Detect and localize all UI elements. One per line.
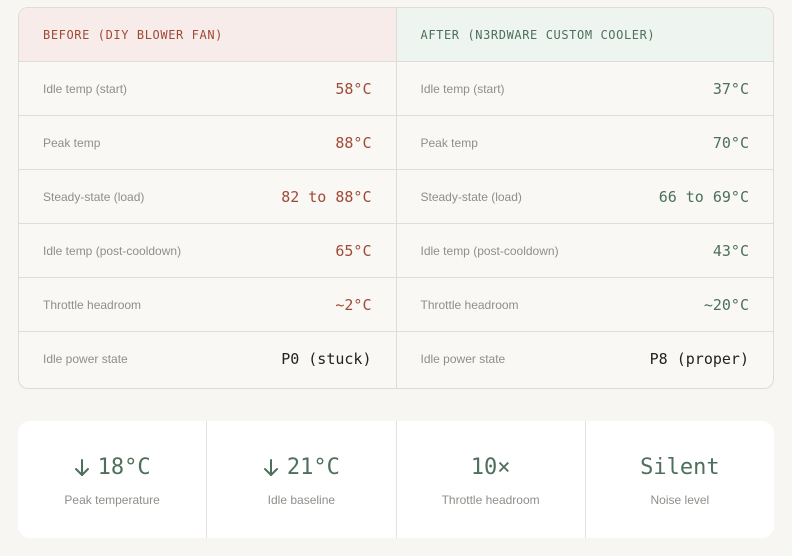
before-row-steady-state: Steady-state (load) 82 to 88°C [19, 170, 396, 224]
row-label: Steady-state (load) [420, 189, 522, 204]
after-row-idle-power-state: Idle power state P8 (proper) [397, 332, 774, 386]
stat-value: 10× [470, 455, 511, 480]
before-row-throttle-headroom: Throttle headroom ~2°C [19, 278, 396, 332]
row-value: ~2°C [335, 295, 372, 314]
summary-stats: 18°C Peak temperature 21°C Idle baseline… [18, 421, 774, 538]
stat-idle-baseline: 21°C Idle baseline [206, 421, 395, 538]
row-value: 65°C [335, 241, 372, 260]
comparison-table: BEFORE (DIY BLOWER FAN) Idle temp (start… [18, 7, 774, 389]
row-value: 70°C [712, 133, 749, 152]
row-label: Idle power state [420, 352, 506, 366]
after-row-peak: Peak temp 70°C [396, 116, 773, 170]
stat-label: Throttle headroom [441, 492, 540, 507]
row-label: Throttle headroom [420, 297, 519, 312]
row-value: 43°C [712, 241, 749, 260]
stat-value: 21°C [286, 455, 340, 480]
row-label: Peak temp [420, 135, 478, 150]
after-column-title: AFTER (N3RDWARE CUSTOM COOLER) [396, 8, 773, 62]
row-value: P8 (proper) [649, 350, 749, 368]
row-value: 82 to 88°C [281, 187, 372, 206]
stat-throttle-headroom: 10× Throttle headroom [395, 421, 585, 538]
stat-noise-level: Silent Noise level [584, 421, 774, 538]
after-column: AFTER (N3RDWARE CUSTOM COOLER) Idle temp… [395, 8, 774, 388]
row-label: Idle temp (post-cooldown) [43, 243, 182, 258]
row-value: 58°C [335, 79, 372, 98]
stat-label: Peak temperature [64, 492, 160, 507]
before-column: BEFORE (DIY BLOWER FAN) Idle temp (start… [19, 8, 396, 388]
stat-label: Noise level [650, 492, 710, 507]
arrow-down-icon [263, 458, 278, 476]
row-label: Throttle headroom [43, 297, 142, 312]
before-row-idle-start: Idle temp (start) 58°C [19, 62, 396, 116]
row-label: Peak temp [43, 135, 101, 150]
row-label: Idle power state [43, 352, 128, 366]
after-row-steady-state: Steady-state (load) 66 to 69°C [396, 170, 773, 224]
before-row-idle-power-state: Idle power state P0 (stuck) [19, 332, 396, 386]
row-label: Idle temp (post-cooldown) [420, 243, 559, 258]
row-value: 88°C [335, 133, 372, 152]
row-label: Idle temp (start) [420, 81, 505, 96]
after-row-idle-start: Idle temp (start) 37°C [396, 62, 773, 116]
before-row-peak: Peak temp 88°C [19, 116, 396, 170]
row-value: 66 to 69°C [658, 187, 749, 206]
row-value: 37°C [712, 79, 749, 98]
stat-value: Silent [640, 455, 720, 480]
stat-value: 18°C [97, 455, 151, 480]
stat-label: Idle baseline [267, 492, 336, 507]
row-value: ~20°C [703, 295, 749, 314]
before-row-idle-post-cooldown: Idle temp (post-cooldown) 65°C [19, 224, 396, 278]
row-label: Steady-state (load) [43, 189, 145, 204]
after-row-idle-post-cooldown: Idle temp (post-cooldown) 43°C [396, 224, 773, 278]
arrow-down-icon [74, 458, 89, 476]
row-label: Idle temp (start) [43, 81, 128, 96]
stat-peak-temperature: 18°C Peak temperature [18, 421, 206, 538]
row-value: P0 (stuck) [281, 350, 372, 368]
before-column-title: BEFORE (DIY BLOWER FAN) [19, 8, 396, 62]
after-row-throttle-headroom: Throttle headroom ~20°C [396, 278, 773, 332]
